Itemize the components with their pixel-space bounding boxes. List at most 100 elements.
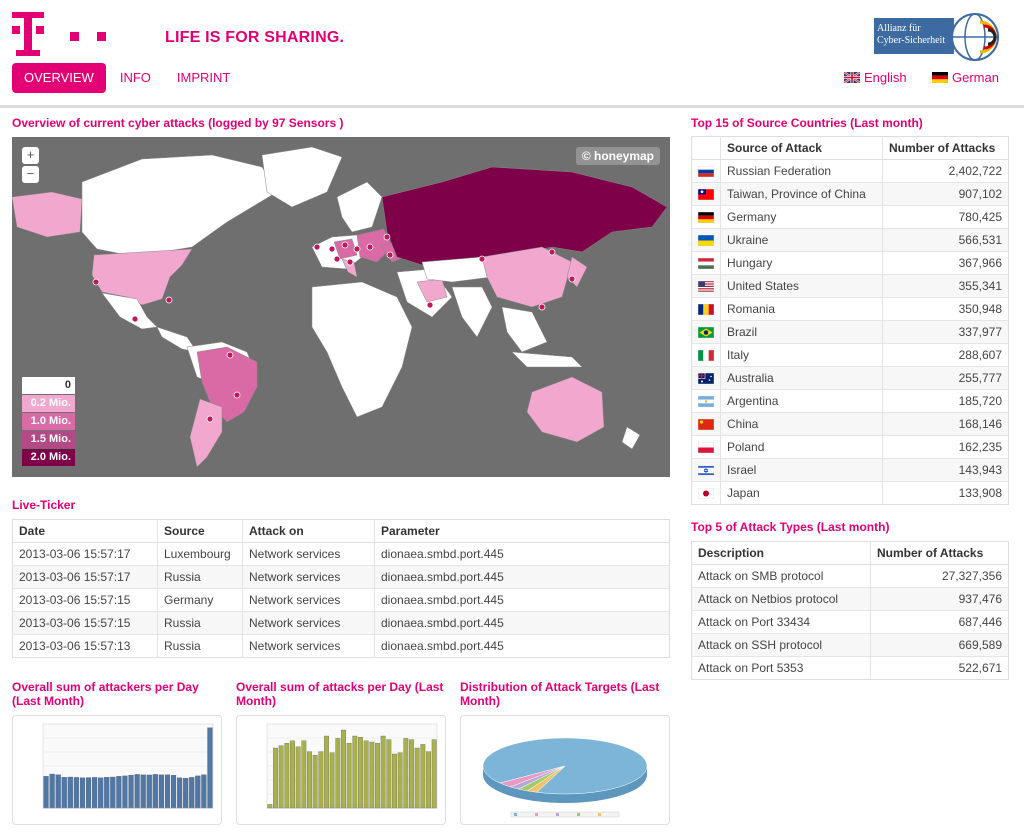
cell-flag xyxy=(691,435,721,459)
alliance-text: Allianz für Cyber-Sicherheit xyxy=(874,18,954,54)
bar xyxy=(98,777,104,809)
new-zealand xyxy=(621,426,641,450)
nav-overview[interactable]: OVERVIEW xyxy=(12,63,106,93)
col-number-of-attacks: Number of Attacks xyxy=(882,136,1009,160)
top-attacks-table: Description Number of Attacks Attack on … xyxy=(691,541,1009,680)
table-row: Taiwan, Province of China 907,102 xyxy=(691,182,1009,206)
table-row: Ukraine 566,531 xyxy=(691,228,1009,252)
bar xyxy=(420,744,426,809)
jp-flag-icon xyxy=(698,488,714,500)
table-row: 2013-03-06 15:57:13 Russia Network servi… xyxy=(12,634,670,658)
alliance-logo[interactable]: Allianz für Cyber-Sicherheit xyxy=(874,12,1000,62)
cell-attack-on: Network services xyxy=(242,542,375,566)
table-row: Romania 350,948 xyxy=(691,297,1009,321)
bar xyxy=(278,745,284,809)
cell-parameter: dionaea.smbd.port.445 xyxy=(374,565,670,589)
attacks-chart[interactable] xyxy=(236,715,446,825)
cell-country: Taiwan, Province of China xyxy=(720,182,883,206)
attackers-chart[interactable] xyxy=(12,715,222,825)
indonesia xyxy=(511,351,583,368)
table-row: Germany 780,425 xyxy=(691,205,1009,229)
table-row: Italy 288,607 xyxy=(691,343,1009,367)
alaska xyxy=(12,191,83,238)
cell-flag xyxy=(691,320,721,344)
hu-flag-icon xyxy=(698,258,714,270)
bar xyxy=(392,753,397,809)
col-flag xyxy=(691,136,721,160)
bar xyxy=(134,774,140,809)
bar xyxy=(158,774,164,809)
bar xyxy=(295,746,301,809)
bar xyxy=(312,755,318,809)
bar xyxy=(414,747,420,809)
cell-count: 2,402,722 xyxy=(882,159,1009,183)
bar xyxy=(128,774,134,809)
slogan: LIFE IS FOR SHARING. xyxy=(165,29,345,46)
zoom-out-button[interactable]: − xyxy=(22,166,39,183)
alliance-globe-icon xyxy=(951,13,999,61)
targets-pie-chart xyxy=(482,737,648,818)
bar xyxy=(104,777,110,809)
tw-flag-icon xyxy=(698,189,714,201)
cell-count: 522,671 xyxy=(870,656,1009,680)
br-flag-icon xyxy=(698,327,714,339)
cell-description: Attack on SSH protocol xyxy=(691,633,871,657)
bar xyxy=(267,804,273,809)
cell-source: Luxembourg xyxy=(157,542,243,566)
bar xyxy=(61,777,67,809)
world-map[interactable] xyxy=(12,137,670,477)
bar xyxy=(324,735,329,809)
zoom-in-button[interactable]: + xyxy=(22,147,39,164)
cell-date: 2013-03-06 15:57:17 xyxy=(12,542,158,566)
cell-country: China xyxy=(720,412,883,436)
map-title: Overview of current cyber attacks (logge… xyxy=(12,116,344,130)
bar xyxy=(369,741,375,809)
pie-legend xyxy=(510,811,620,818)
table-row: Attack on SMB protocol 27,327,356 xyxy=(691,564,1009,588)
cell-count: 27,327,356 xyxy=(870,564,1009,588)
bar xyxy=(73,777,79,809)
cell-count: 566,531 xyxy=(882,228,1009,252)
bar xyxy=(122,775,128,809)
nav-info[interactable]: INFO xyxy=(108,63,163,93)
cell-count: 143,943 xyxy=(882,458,1009,482)
cell-country: Russian Federation xyxy=(720,159,883,183)
pie-legend-swatch xyxy=(514,813,517,816)
cell-count: 255,777 xyxy=(882,366,1009,390)
bar xyxy=(116,776,122,809)
cn-flag-icon xyxy=(698,419,714,431)
bar xyxy=(110,776,116,809)
cell-date: 2013-03-06 15:57:13 xyxy=(12,634,158,658)
cell-country: Ukraine xyxy=(720,228,883,252)
cell-flag xyxy=(691,274,721,298)
bar xyxy=(375,743,380,809)
legend-0: 0 xyxy=(22,377,75,394)
cell-country: Romania xyxy=(720,297,883,321)
cell-attack-on: Network services xyxy=(242,611,375,635)
table-row: Australia 255,777 xyxy=(691,366,1009,390)
cell-count: 780,425 xyxy=(882,205,1009,229)
telekom-logo[interactable] xyxy=(12,12,112,60)
il-flag-icon xyxy=(698,465,714,477)
header: LIFE IS FOR SHARING. Allianz für Cyber-S… xyxy=(0,0,1024,108)
lang-german[interactable]: German xyxy=(932,70,999,85)
bar xyxy=(284,743,290,809)
au-flag-icon xyxy=(698,373,714,385)
lang-english[interactable]: English xyxy=(844,70,907,85)
bar xyxy=(189,777,195,809)
cell-source: Germany xyxy=(157,588,243,612)
cell-flag xyxy=(691,366,721,390)
honeymap-credit[interactable]: © honeymap xyxy=(575,147,660,165)
bar xyxy=(85,777,92,809)
table-row: 2013-03-06 15:57:17 Russia Network servi… xyxy=(12,565,670,589)
nav-imprint[interactable]: IMPRINT xyxy=(165,63,242,93)
cell-description: Attack on Netbios protocol xyxy=(691,587,871,611)
cell-source: Russia xyxy=(157,565,243,589)
targets-chart[interactable] xyxy=(460,715,670,825)
attack-map[interactable]: + − © honeymap 0 0.2 Mio. 1.0 Mio. 1.5 M… xyxy=(12,137,670,477)
cell-country: Japan xyxy=(720,481,883,505)
col-description: Description xyxy=(691,541,871,565)
table-row: Poland 162,235 xyxy=(691,435,1009,459)
cell-country: Hungary xyxy=(720,251,883,275)
cell-attack-on: Network services xyxy=(242,565,375,589)
